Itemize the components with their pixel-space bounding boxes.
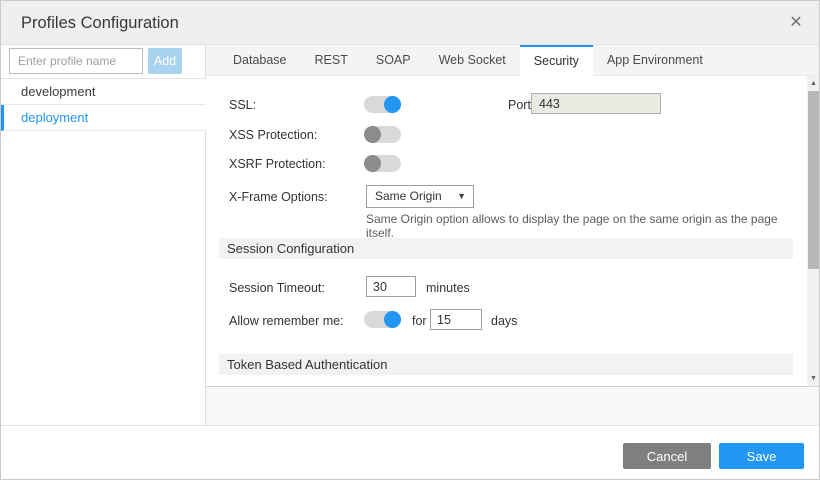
caret-down-icon: ▼ — [457, 186, 466, 207]
dialog-footer: Cancel Save — [1, 425, 820, 480]
xss-protection-label: XSS Protection: — [229, 128, 317, 142]
save-button[interactable]: Save — [719, 443, 804, 469]
xsrf-protection-toggle[interactable] — [364, 155, 401, 172]
vertical-scrollbar[interactable]: ▲ ▼ — [807, 76, 820, 386]
session-timeout-input[interactable] — [366, 276, 416, 297]
session-timeout-unit: minutes — [426, 281, 470, 295]
dialog-header: Profiles Configuration ✕ — [1, 1, 820, 45]
scroll-up-icon[interactable]: ▲ — [807, 77, 820, 90]
tab-web-socket[interactable]: Web Socket — [425, 45, 520, 76]
profile-item-deployment[interactable]: deployment — [1, 105, 206, 131]
tab-rest[interactable]: REST — [301, 45, 362, 76]
toggle-knob — [384, 311, 401, 328]
xsrf-protection-label: XSRF Protection: — [229, 157, 326, 171]
dialog-title: Profiles Configuration — [21, 1, 179, 45]
toggle-knob — [364, 155, 381, 172]
profile-list: development deployment — [1, 79, 206, 131]
allow-remember-me-toggle[interactable] — [364, 311, 401, 328]
toggle-knob — [384, 96, 401, 113]
profiles-sidebar: Add development deployment — [1, 45, 206, 425]
close-icon[interactable]: ✕ — [781, 1, 811, 45]
remember-me-days-input[interactable] — [430, 309, 482, 330]
profile-add-row: Add — [1, 45, 206, 79]
ssl-toggle[interactable] — [364, 96, 401, 113]
toggle-knob — [364, 126, 381, 143]
scroll-down-icon[interactable]: ▼ — [807, 372, 820, 385]
remember-me-for-label: for — [412, 314, 427, 328]
tab-panel-footer-strip — [206, 386, 820, 425]
add-profile-button[interactable]: Add — [148, 48, 182, 74]
profiles-configuration-dialog: Profiles Configuration ✕ Add development… — [0, 0, 820, 480]
ssl-label: SSL: — [229, 98, 256, 112]
port-input[interactable] — [531, 93, 661, 114]
allow-remember-me-label: Allow remember me: — [229, 314, 344, 328]
tab-database[interactable]: Database — [219, 45, 301, 76]
security-tab-panel: SSL: Port: XSS Protection: XSRF Protecti… — [206, 76, 807, 386]
tab-soap[interactable]: SOAP — [362, 45, 425, 76]
tab-security[interactable]: Security — [520, 45, 593, 76]
cancel-button[interactable]: Cancel — [623, 443, 711, 469]
session-timeout-label: Session Timeout: — [229, 281, 325, 295]
xframe-options-label: X-Frame Options: — [229, 190, 328, 204]
tab-bar: Database REST SOAP Web Socket Security A… — [206, 45, 820, 76]
profile-item-development[interactable]: development — [1, 79, 206, 105]
session-configuration-section-header: Session Configuration — [219, 238, 793, 259]
xss-protection-toggle[interactable] — [364, 126, 401, 143]
xframe-options-select[interactable]: Same Origin ▼ — [366, 185, 474, 208]
token-based-authentication-section-header: Token Based Authentication — [219, 354, 793, 375]
xframe-help-text: Same Origin option allows to display the… — [366, 212, 807, 240]
xframe-options-value: Same Origin — [375, 189, 442, 203]
remember-me-days-unit: days — [491, 314, 517, 328]
scrollbar-thumb[interactable] — [808, 91, 819, 269]
tab-app-environment[interactable]: App Environment — [593, 45, 717, 76]
profile-name-input[interactable] — [9, 48, 143, 74]
